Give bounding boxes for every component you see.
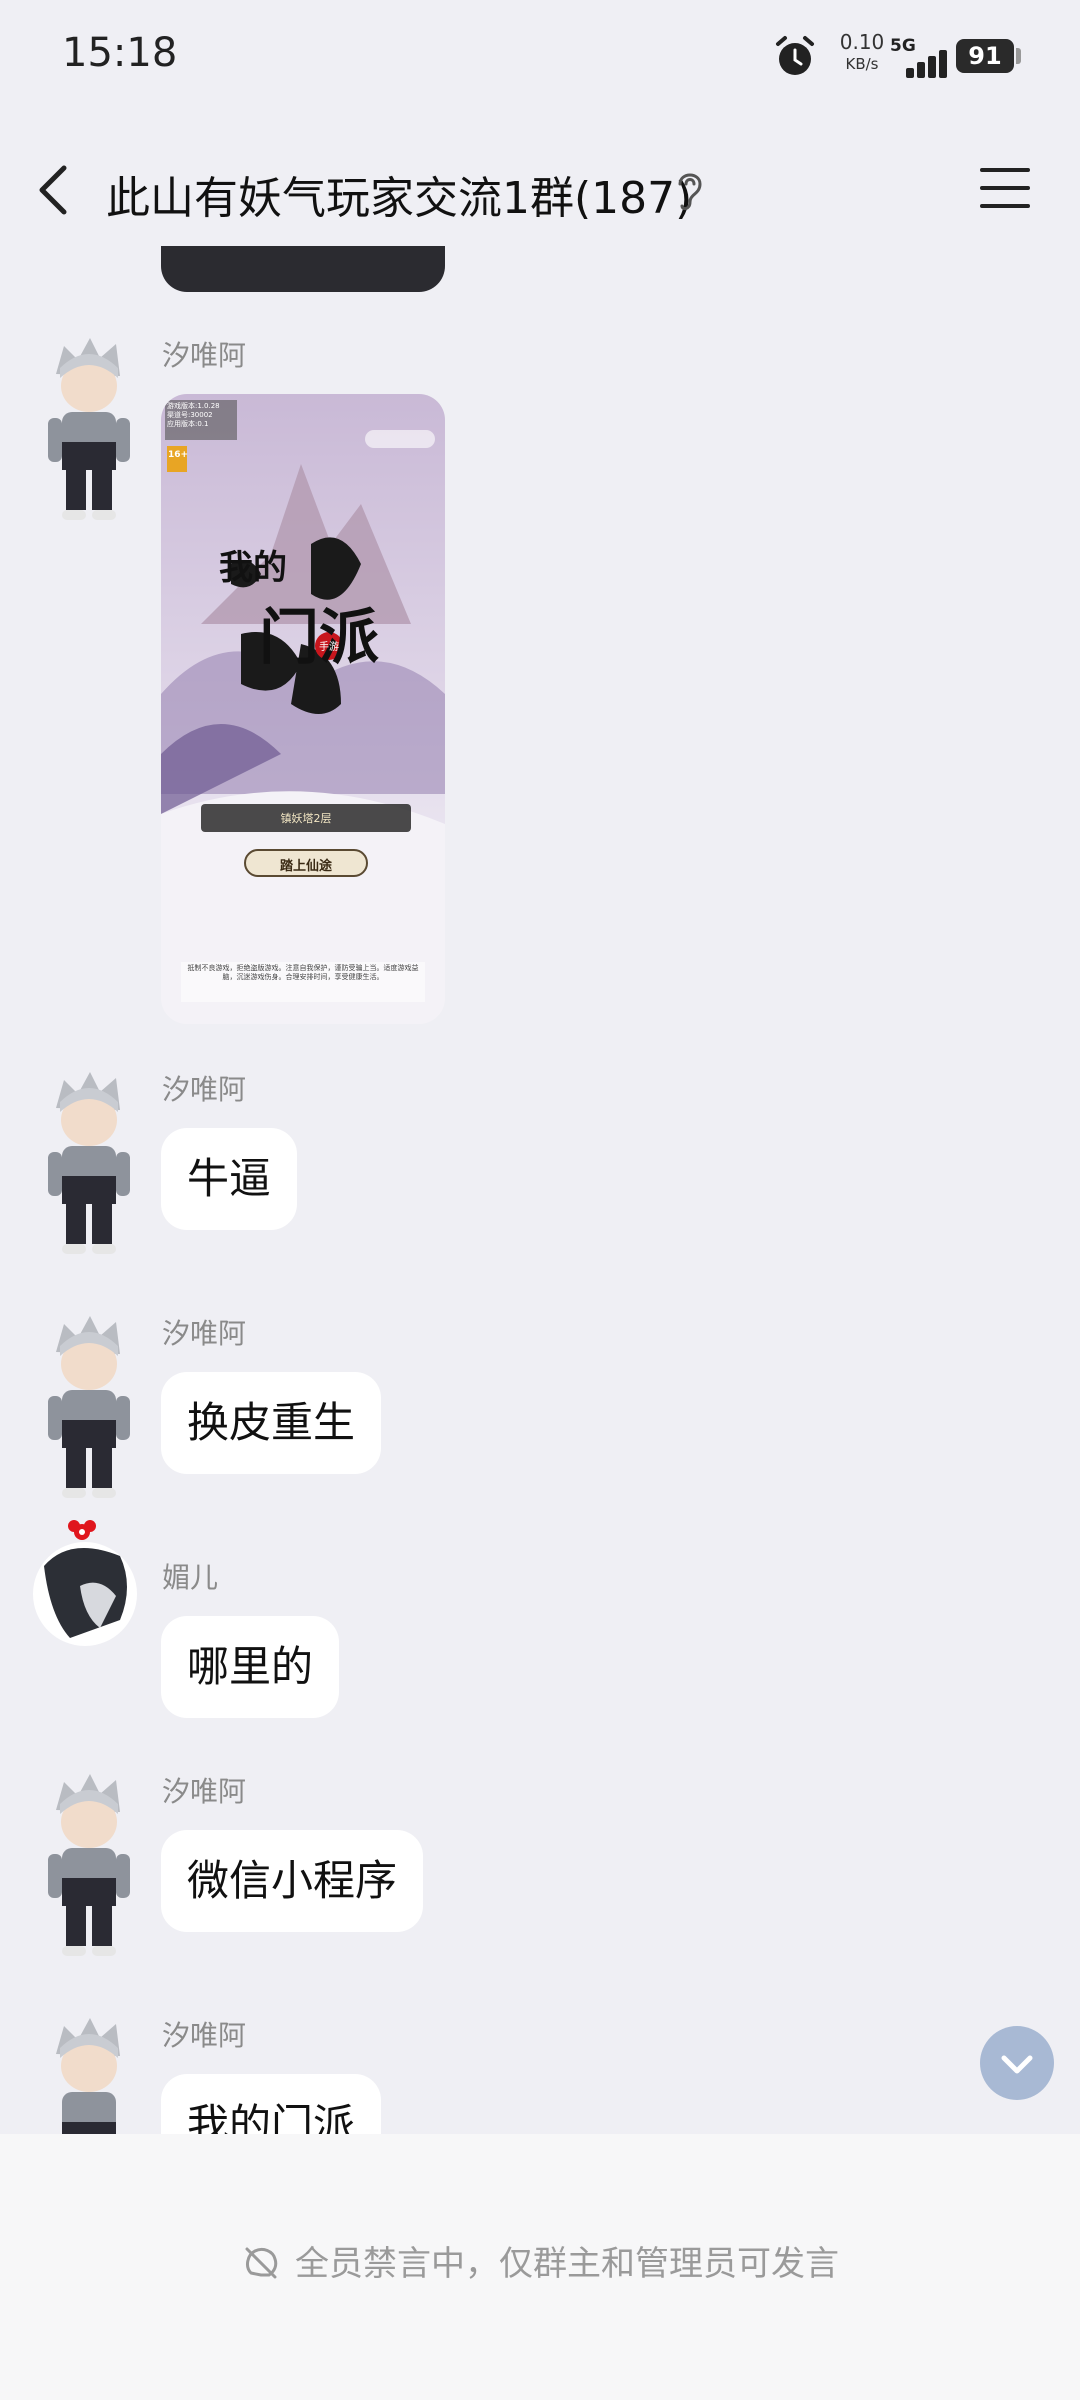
battery-icon: 91 (956, 39, 1014, 73)
health-notice: 抵制不良游戏，拒绝盗版游戏。注意自我保护，谨防受骗上当。适度游戏益脑，沉迷游戏伤… (187, 964, 419, 981)
net-speed-unit: KB/s (845, 55, 879, 73)
sender-name: 汐唯阿 (162, 1317, 247, 1350)
sender-name: 汐唯阿 (162, 1073, 247, 1106)
group-title: 此山有妖气玩家交流1群(187) (106, 173, 693, 224)
avatar[interactable] (34, 1312, 144, 1512)
level-text: 镇妖塔2层 (280, 812, 332, 825)
image-info-lines: 游戏版本:1.0.28 渠道号:30002 应用版本:0.1 (167, 402, 220, 429)
age-rating-badge: 16+ (168, 450, 189, 460)
net-speed-value: 0.10 (839, 30, 885, 54)
chat-header: 此山有妖气玩家交流1群(187) (0, 110, 1080, 260)
chevron-down-icon (1001, 2055, 1033, 2074)
game-title: 我的 门派 (219, 540, 379, 676)
image-info-line: 应用版本:0.1 (167, 420, 209, 428)
status-time: 15:18 (62, 30, 178, 76)
image-info-line: 游戏版本:1.0.28 (167, 402, 220, 410)
avatar[interactable] (34, 1770, 144, 1970)
avatar[interactable] (34, 1068, 144, 1268)
message-bubble[interactable]: 牛逼 (161, 1128, 298, 1230)
status-bar: 15:18 0.10 KB/s 5G 91 (0, 0, 1080, 110)
signal-icon (902, 44, 952, 78)
sender-name: 汐唯阿 (162, 339, 247, 372)
game-title-line: 我的 (219, 548, 287, 588)
message-bubble[interactable]: 哪里的 (161, 1616, 340, 1718)
sender-name: 汐唯阿 (162, 1775, 247, 1808)
avatar[interactable] (30, 1516, 140, 1646)
image-info-line: 渠道号:30002 (167, 411, 213, 419)
scroll-to-bottom-button[interactable] (980, 2026, 1054, 2100)
input-area-muted: 全员禁言中，仅群主和管理员可发言 (0, 2134, 1080, 2400)
start-game-button: 踏上仙途 (279, 859, 332, 874)
message-bubble[interactable]: 换皮重生 (161, 1372, 382, 1474)
alarm-icon (776, 36, 814, 75)
message-bubble[interactable]: 微信小程序 (161, 1830, 424, 1932)
image-message[interactable]: 游戏版本:1.0.28 渠道号:30002 应用版本:0.1 16+ 我的 门派… (161, 394, 445, 1024)
game-title-line: 门派 (259, 603, 379, 673)
back-icon[interactable] (30, 160, 80, 220)
network-speed: 0.10 KB/s (832, 32, 892, 72)
game-screenshot (161, 394, 445, 1024)
sender-name: 汐唯阿 (162, 2019, 247, 2052)
menu-icon[interactable] (980, 166, 1030, 210)
previous-image-fragment[interactable] (161, 246, 445, 292)
mute-notice: 全员禁言中，仅群主和管理员可发言 (0, 2236, 1080, 2285)
mute-notice-text: 全员禁言中，仅群主和管理员可发言 (295, 2244, 839, 2284)
earpiece-mode-icon (678, 173, 702, 211)
game-seal: 手游 (319, 642, 339, 653)
battery-tip (1016, 48, 1021, 64)
avatar[interactable] (34, 334, 144, 534)
mute-icon (245, 2247, 278, 2279)
sender-name: 媚儿 (162, 1561, 219, 1594)
